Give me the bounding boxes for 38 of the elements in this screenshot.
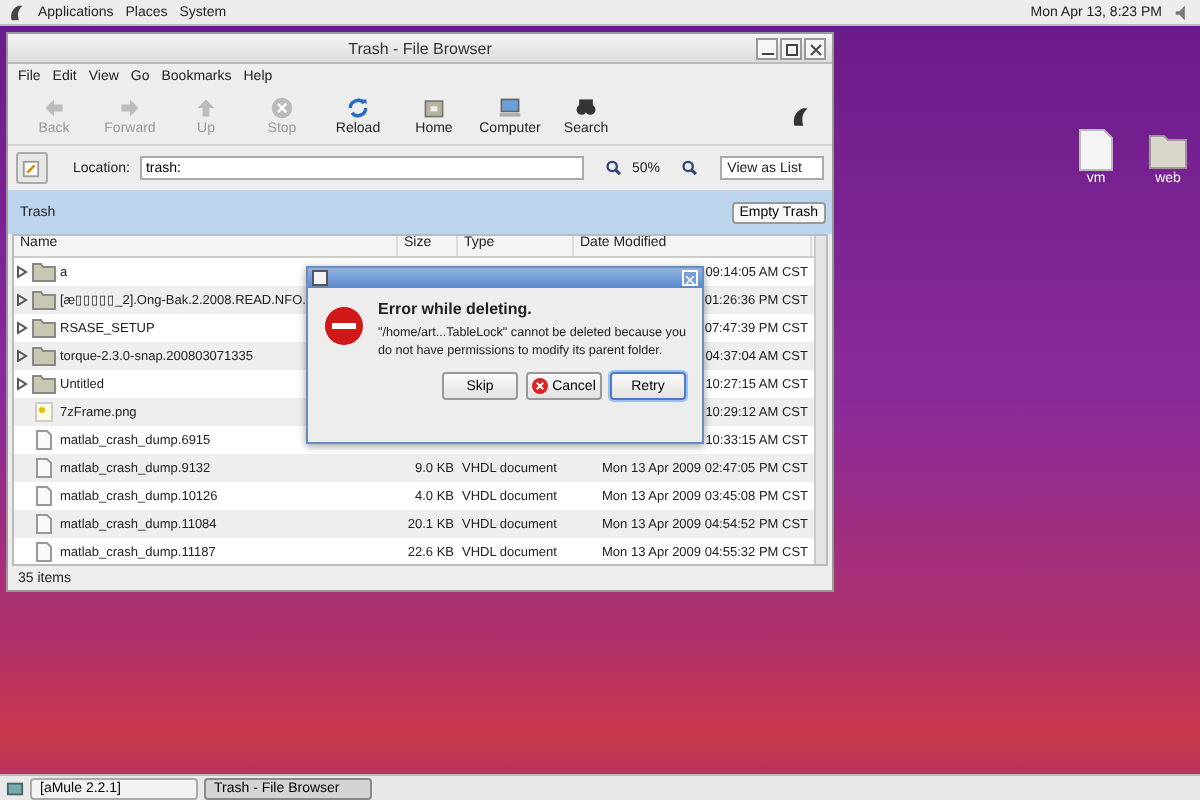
- zoom-out-icon[interactable]: [606, 160, 622, 176]
- left-arrow-icon: [42, 96, 66, 120]
- expander-icon[interactable]: [16, 350, 28, 362]
- edit-location-button[interactable]: [16, 152, 48, 184]
- error-icon: [324, 306, 364, 346]
- cancel-icon: [532, 378, 549, 394]
- close-icon: [684, 272, 696, 288]
- window-title: Trash - File Browser: [348, 39, 492, 57]
- minimize-button[interactable]: [756, 38, 778, 60]
- folder-icon: [32, 346, 56, 366]
- expander-icon[interactable]: [16, 266, 28, 278]
- pencil-icon: [22, 159, 41, 177]
- maximize-button[interactable]: [780, 38, 802, 60]
- file-icon[interactable]: [1076, 128, 1116, 172]
- stop-icon: [270, 96, 294, 120]
- close-icon: [807, 41, 823, 57]
- close-button[interactable]: [804, 38, 826, 60]
- up-arrow-icon: [194, 96, 218, 120]
- expander-icon[interactable]: [16, 294, 28, 306]
- folder-icon: [32, 374, 56, 394]
- scrollbar[interactable]: [814, 236, 826, 564]
- folder-icon: [32, 262, 56, 282]
- expander-icon[interactable]: [16, 378, 28, 390]
- monitor-icon: [498, 96, 522, 120]
- image-file-icon: [32, 402, 56, 422]
- window-menu-icon[interactable]: [312, 270, 328, 286]
- zoom-in-icon[interactable]: [681, 160, 698, 176]
- file-icon: [32, 430, 56, 450]
- home-folder-icon: [422, 96, 446, 120]
- expander-icon[interactable]: [16, 322, 28, 334]
- right-arrow-icon: [118, 96, 142, 120]
- dialog-heading: Error while deleting.: [378, 300, 534, 318]
- folder-icon: [32, 318, 56, 338]
- file-icon: [32, 486, 56, 506]
- show-desktop-icon[interactable]: [6, 779, 24, 797]
- maximize-icon: [783, 41, 799, 57]
- reload-icon: [346, 96, 370, 120]
- folder-icon: [32, 290, 56, 310]
